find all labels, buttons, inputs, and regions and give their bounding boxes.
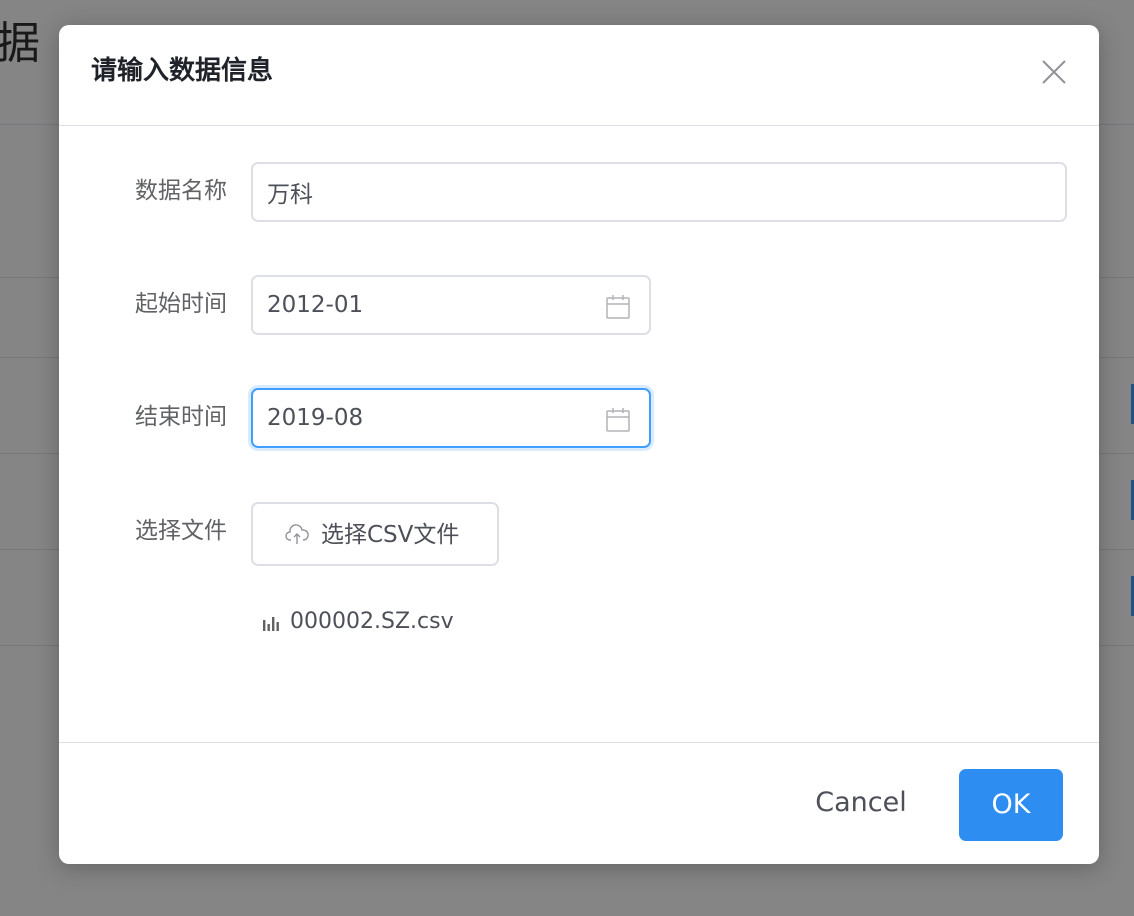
form-row-name: 数据名称	[59, 162, 1099, 226]
file-label: 选择文件	[135, 518, 227, 544]
calendar-icon	[606, 295, 630, 319]
select-csv-button[interactable]: 选择CSV文件	[251, 502, 499, 566]
end-date-label: 结束时间	[135, 404, 227, 430]
close-button[interactable]	[1039, 57, 1069, 87]
ok-button[interactable]: OK	[959, 769, 1063, 841]
name-input-wrapper	[251, 162, 1067, 222]
start-date-picker[interactable]	[251, 275, 651, 335]
end-date-input[interactable]	[267, 390, 587, 446]
select-csv-label: 选择CSV文件	[321, 522, 460, 548]
dialog-footer: Cancel OK	[59, 742, 1099, 865]
data-info-dialog: 请输入数据信息 数据名称 起始时间 结束时间	[59, 25, 1099, 864]
form-row-end-date: 结束时间	[59, 388, 1099, 452]
bar-chart-icon	[263, 617, 279, 631]
start-date-label: 起始时间	[135, 291, 227, 317]
calendar-icon	[606, 408, 630, 432]
form-row-file: 选择文件 选择CSV文件	[59, 502, 1099, 566]
file-name: 000002.SZ.csv	[290, 609, 454, 634]
name-label: 数据名称	[135, 178, 227, 204]
upload-cloud-icon	[285, 524, 309, 544]
name-input[interactable]	[267, 164, 1047, 220]
form-row-start-date: 起始时间	[59, 275, 1099, 339]
start-date-input[interactable]	[267, 277, 587, 333]
dialog-header: 请输入数据信息	[59, 25, 1099, 126]
end-date-picker[interactable]	[251, 388, 651, 448]
cancel-button[interactable]: Cancel	[799, 767, 923, 839]
dialog-title: 请输入数据信息	[91, 56, 274, 86]
close-icon	[1042, 60, 1066, 84]
